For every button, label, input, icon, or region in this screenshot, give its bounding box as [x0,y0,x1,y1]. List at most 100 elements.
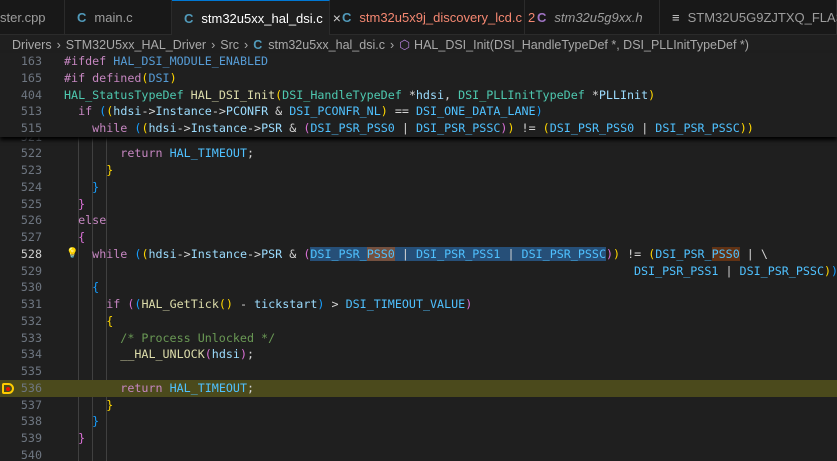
code-token: __HAL_UNLOCK [120,347,205,362]
line-number: 535 [20,364,42,379]
code-token: } [78,196,86,211]
breadcrumb-item[interactable]: HAL_DSI_Init(DSI_HandleTypeDef *, DSI_PL… [414,38,749,52]
code-line: 513 if ((hdsi->Instance->PCONFR & DSI_PC… [0,103,837,120]
code-line: 515 while ((hdsi->Instance->PSR & (DSI_P… [0,120,837,137]
breadcrumb-item[interactable]: Drivers [12,38,52,52]
line-number: 513 [20,104,42,119]
code-token: - [232,297,255,312]
code-token: } [106,163,114,178]
tab-stm32u5g9zjtxq-flash-ld[interactable]: ≡ STM32U5G9ZJTXQ_FLASH.ld [660,0,837,35]
code-token: DSI_PSR_PSSC [739,263,824,278]
code-token: if [78,104,93,119]
code-token: DSI [148,70,170,85]
tab-label: stm32u5xx_hal_dsi.c [201,10,323,26]
line-number: 537 [20,397,42,412]
line-number: 523 [20,163,42,178]
code-token: hdsi [148,121,177,135]
code-token: | [394,246,416,261]
tab-main-c[interactable]: Cmain.c [65,0,172,35]
code-token: != [620,246,649,261]
code-token: HAL_StatusTypeDef [64,87,184,102]
code-token: DSI_PSR_ [655,246,712,261]
line-number: 540 [20,447,42,461]
code-token: | [634,121,656,135]
code-token: return [120,146,163,161]
code-token: () [218,297,233,312]
tab-stm32u5xx-hal-dsi-c[interactable]: Cstm32u5xx_hal_dsi.c × [172,0,341,35]
line-number: 527 [20,230,42,245]
line-text: } [64,413,99,430]
tab-stm32u5x9j-discovery-lcd-c[interactable]: Cstm32u5x9j_discovery_lcd.c 2 [330,0,535,35]
line-text: { [64,313,113,330]
code-token: & [282,246,304,261]
code-token: | \ [739,246,768,261]
code-token: ( [542,121,550,135]
tab-ster-cpp[interactable]: ster.cpp [0,0,65,35]
code-token: HAL_TIMEOUT [169,146,247,161]
code-line: 530 { [0,279,837,296]
code-line: 522 return HAL_TIMEOUT; [0,145,837,162]
code-editor[interactable]: 521522 return HAL_TIMEOUT;523 }524 }525 … [0,137,837,461]
code-line: 404 HAL_StatusTypeDef HAL_DSI_Init(DSI_Ha… [0,87,837,104]
code-token: return [120,380,163,395]
lightbulb-icon[interactable]: 💡 [66,246,78,263]
line-number: 404 [20,87,42,102]
line-text: } [64,196,85,213]
code-token: -> [176,246,191,261]
code-token: } [92,179,100,194]
code-token: DSI_PSR_PSS1 [415,246,501,261]
line-text: } [64,397,113,414]
breadcrumb-item[interactable]: Src [220,38,239,52]
code-token: | [718,263,740,278]
breadcrumb-item[interactable]: stm32u5xx_hal_dsi.c [268,38,385,52]
breadcrumb: Drivers › STM32U5xx_HAL_Driver › Src › Cstm32u… [0,35,837,54]
tab-stm32u5g9xx-h[interactable]: Cstm32u5g9xx.h [525,0,660,35]
line-number: 525 [20,196,42,211]
code-line: 163 #ifdef HAL_DSI_MODULE_ENABLED [0,53,837,70]
line-number: 515 [20,121,42,135]
code-token: DSI_PSR_PSSC [415,121,501,135]
code-token: if [106,297,121,312]
chevron-right-icon: › [244,37,249,52]
code-token: HAL_TIMEOUT [169,380,247,395]
line-number: 528 [20,246,42,261]
debug-execution-pointer-icon[interactable] [2,382,14,394]
code-token: ; [246,380,255,395]
code-line: 525 } [0,196,837,213]
c-file-icon: ≡ [672,10,680,25]
code-token: | [500,246,522,261]
code-token: else [78,213,107,228]
code-token: PCONFR [225,104,269,119]
code-line: 521 [0,137,837,145]
code-token: } [106,397,114,412]
code-token: HAL_DSI_MODULE_ENABLED [113,54,269,68]
code-token: Instance [190,121,248,135]
code-token: ) [507,121,515,135]
code-token: ) [380,104,388,119]
code-line: 533 /* Process Unlocked */ [0,330,837,347]
c-file-icon: C [253,37,263,52]
line-number: 522 [20,146,42,161]
breadcrumb-item[interactable]: STM32U5xx_HAL_Driver [66,38,206,52]
code-token: DSI_HandleTypeDef [282,87,402,102]
sticky-scroll: 163 #ifdef HAL_DSI_MODULE_ENABLED 165 #if d… [0,53,837,137]
code-token: #if defined [64,70,142,85]
code-line: 529 DSI_PSR_PSS1 | DSI_PSR_PSSC)) [0,263,837,280]
code-token: HAL_DSI_Init [190,87,276,102]
code-token: ) [239,347,247,362]
code-line: 535 [0,363,837,380]
code-token: -> [247,246,262,261]
code-line: 538 } [0,413,837,430]
line-number: 531 [20,297,42,312]
